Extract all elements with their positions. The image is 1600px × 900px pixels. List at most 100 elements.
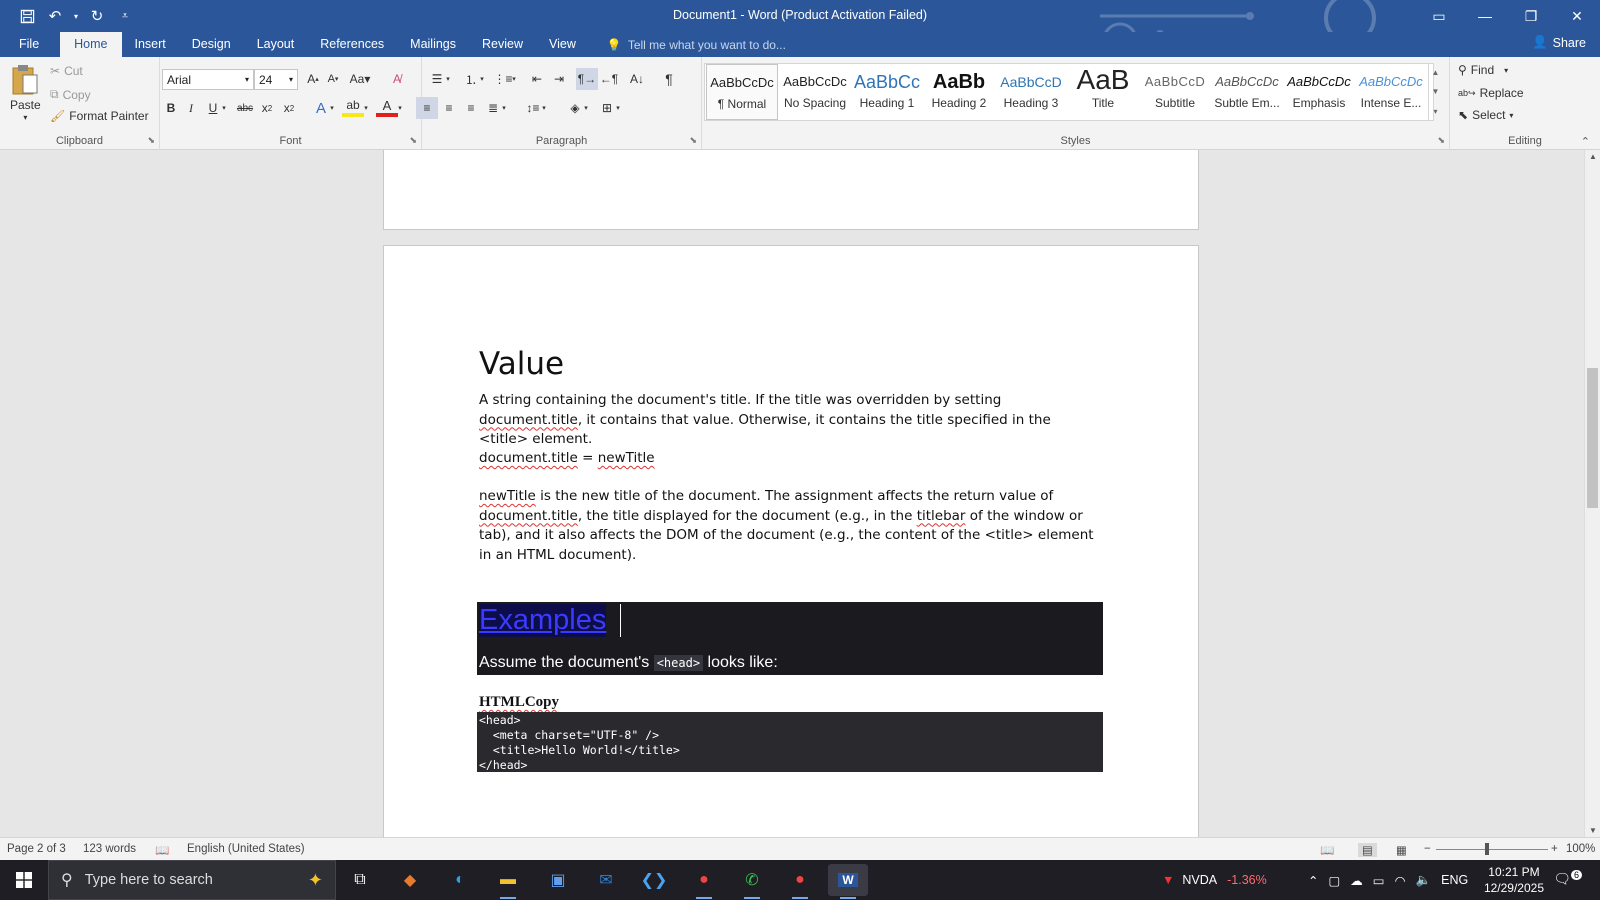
chevron-down-icon[interactable]: ▼ <box>1432 87 1440 96</box>
align-left-icon[interactable]: ≡ <box>416 97 438 119</box>
scrollbar-thumb[interactable] <box>1587 368 1598 508</box>
style-emphasis[interactable]: AaBbCcDc Emphasis <box>1283 64 1355 120</box>
customize-qat-icon[interactable]: ⩡ <box>112 3 138 29</box>
style-intense-emphasis[interactable]: AaBbCcDc Intense E... <box>1355 64 1427 120</box>
style-no-spacing[interactable]: AaBbCcDc No Spacing <box>779 64 851 120</box>
font-size-combo[interactable]: 24 ▾ <box>254 69 298 90</box>
battery-icon[interactable]: ▭ <box>1373 873 1385 888</box>
paragraph-description[interactable]: A string containing the document's title… <box>479 391 1099 450</box>
style-normal[interactable]: AaBbCcDc ¶ Normal <box>706 64 778 120</box>
task-view-icon[interactable]: ⧉ <box>340 864 380 896</box>
subscript-icon[interactable]: x2 <box>256 97 278 119</box>
tab-file[interactable]: File <box>0 32 52 57</box>
outlook-icon[interactable]: ✉ <box>586 864 626 896</box>
edge-icon[interactable]: ◐ <box>440 864 480 896</box>
rtl-icon[interactable]: ←¶ <box>598 68 620 90</box>
style-subtle-emphasis[interactable]: AaBbCcDc Subtle Em... <box>1211 64 1283 120</box>
web-layout-icon[interactable]: ▦ <box>1396 843 1407 857</box>
decrease-indent-icon[interactable]: ⇤ <box>526 68 548 90</box>
clear-formatting-icon[interactable]: A̸ <box>386 68 408 90</box>
clipboard-launcher-icon[interactable]: ⬊ <box>147 135 155 146</box>
align-right-icon[interactable]: ≡ <box>460 97 482 119</box>
font-name-combo[interactable]: Arial ▾ <box>162 69 254 90</box>
windows-start-icon[interactable] <box>0 860 48 900</box>
tab-home[interactable]: Home <box>60 32 122 57</box>
minimize-button[interactable]: — <box>1462 0 1508 32</box>
font-color-dropdown-icon[interactable]: ▾ <box>394 97 406 119</box>
style-heading-3[interactable]: AaBbCcD Heading 3 <box>995 64 1067 120</box>
page-indicator[interactable]: Page 2 of 3 <box>7 843 66 855</box>
line-spacing-dropdown-icon[interactable]: ▾ <box>538 97 550 119</box>
proofing-icon[interactable]: 📖 <box>155 843 169 857</box>
ribbon-display-options-icon[interactable]: ▭ <box>1416 0 1462 32</box>
file-explorer-icon[interactable]: ▬ <box>488 864 528 899</box>
ltr-icon[interactable]: ¶→ <box>576 68 598 90</box>
shading-dropdown-icon[interactable]: ▾ <box>580 97 592 119</box>
notification-center-icon[interactable]: 🗨 6 <box>1553 870 1582 888</box>
save-icon[interactable] <box>14 3 40 29</box>
close-button[interactable]: ✕ <box>1554 0 1600 32</box>
zoom-level[interactable]: 100% <box>1566 843 1595 855</box>
word-count[interactable]: 123 words <box>83 843 136 855</box>
paragraph-newtitle[interactable]: newTitle is the new title of the documen… <box>479 487 1099 565</box>
examples-link[interactable]: Examples <box>479 604 607 637</box>
document-page-2[interactable]: Value A string containing the document's… <box>383 245 1199 837</box>
read-mode-icon[interactable]: 📖 <box>1320 843 1334 857</box>
chevron-up-icon[interactable]: ▲ <box>1432 68 1440 77</box>
store-icon[interactable]: ▣ <box>538 864 578 896</box>
paragraph-launcher-icon[interactable]: ⬊ <box>689 135 697 146</box>
strikethrough-icon[interactable]: abc <box>234 97 256 119</box>
more-styles-icon[interactable]: ▾ <box>1433 107 1437 116</box>
input-language[interactable]: ENG <box>1441 873 1468 887</box>
cut-button[interactable]: ✂ Cut <box>50 64 83 78</box>
style-title[interactable]: AaB Title <box>1067 64 1139 120</box>
clock[interactable]: 10:21 PM 12/29/2025 <box>1484 864 1544 896</box>
zoom-in-icon[interactable]: + <box>1551 843 1558 855</box>
tab-references[interactable]: References <box>307 32 397 57</box>
tell-me-box[interactable]: 💡 Tell me what you want to do... <box>607 32 786 57</box>
tab-design[interactable]: Design <box>179 32 244 57</box>
tab-review[interactable]: Review <box>469 32 536 57</box>
copy-button[interactable]: ⧉ Copy <box>50 87 91 102</box>
meet-now-icon[interactable]: ▢ <box>1328 873 1340 888</box>
assume-text[interactable]: Assume the document's <head> looks like: <box>479 654 778 672</box>
justify-dropdown-icon[interactable]: ▾ <box>498 97 510 119</box>
grow-font-icon[interactable]: A ▴ <box>302 68 324 90</box>
multilevel-dropdown-icon[interactable]: ▾ <box>508 68 520 90</box>
whatsapp-icon[interactable]: ✆ <box>732 864 772 899</box>
paragraph-syntax[interactable]: document.title = newTitle <box>479 449 655 469</box>
superscript-icon[interactable]: x2 <box>278 97 300 119</box>
find-button[interactable]: ⚲ Find ▾ <box>1458 63 1508 77</box>
word-icon[interactable]: W <box>828 864 868 899</box>
chrome-profile-icon[interactable]: ● <box>780 864 820 899</box>
tab-layout[interactable]: Layout <box>244 32 308 57</box>
format-painter-button[interactable]: 🖌 Format Painter <box>50 109 149 123</box>
print-layout-icon[interactable]: ▤ <box>1358 843 1377 857</box>
scroll-down-icon[interactable]: ▼ <box>1585 826 1600 835</box>
numbering-dropdown-icon[interactable]: ▾ <box>476 68 488 90</box>
undo-dropdown-icon[interactable]: ▾ <box>70 3 82 29</box>
bold-icon[interactable]: B <box>160 97 182 119</box>
show-hidden-icons-icon[interactable]: ⌃ <box>1308 873 1318 888</box>
styles-launcher-icon[interactable]: ⬊ <box>1437 135 1445 146</box>
htmlcopy-label[interactable]: HTMLCopy <box>479 694 559 711</box>
restore-button[interactable]: ❐ <box>1508 0 1554 32</box>
borders-dropdown-icon[interactable]: ▾ <box>612 97 624 119</box>
heading-value[interactable]: Value <box>479 346 564 382</box>
align-center-icon[interactable]: ≡ <box>438 97 460 119</box>
show-formatting-marks-icon[interactable]: ¶ <box>658 68 680 90</box>
taskbar-search-box[interactable]: ⚲ Type here to search ✦ <box>48 860 336 900</box>
text-effects-dropdown-icon[interactable]: ▾ <box>326 97 338 119</box>
zoom-slider-thumb[interactable] <box>1485 843 1489 855</box>
copilot-icon[interactable]: ◆ <box>390 864 430 896</box>
language-indicator[interactable]: English (United States) <box>187 843 305 855</box>
select-button[interactable]: ⬉ Select ▾ <box>1458 108 1513 122</box>
font-launcher-icon[interactable]: ⬊ <box>409 135 417 146</box>
share-button[interactable]: 👤 Share <box>1532 35 1586 50</box>
tab-mailings[interactable]: Mailings <box>397 32 469 57</box>
italic-icon[interactable]: I <box>180 97 202 119</box>
code-block[interactable]: <head> <meta charset="UTF-8" /> <title>H… <box>477 712 1103 772</box>
increase-indent-icon[interactable]: ⇥ <box>548 68 570 90</box>
zoom-slider[interactable] <box>1436 849 1548 850</box>
chrome-icon[interactable]: ● <box>684 864 724 899</box>
